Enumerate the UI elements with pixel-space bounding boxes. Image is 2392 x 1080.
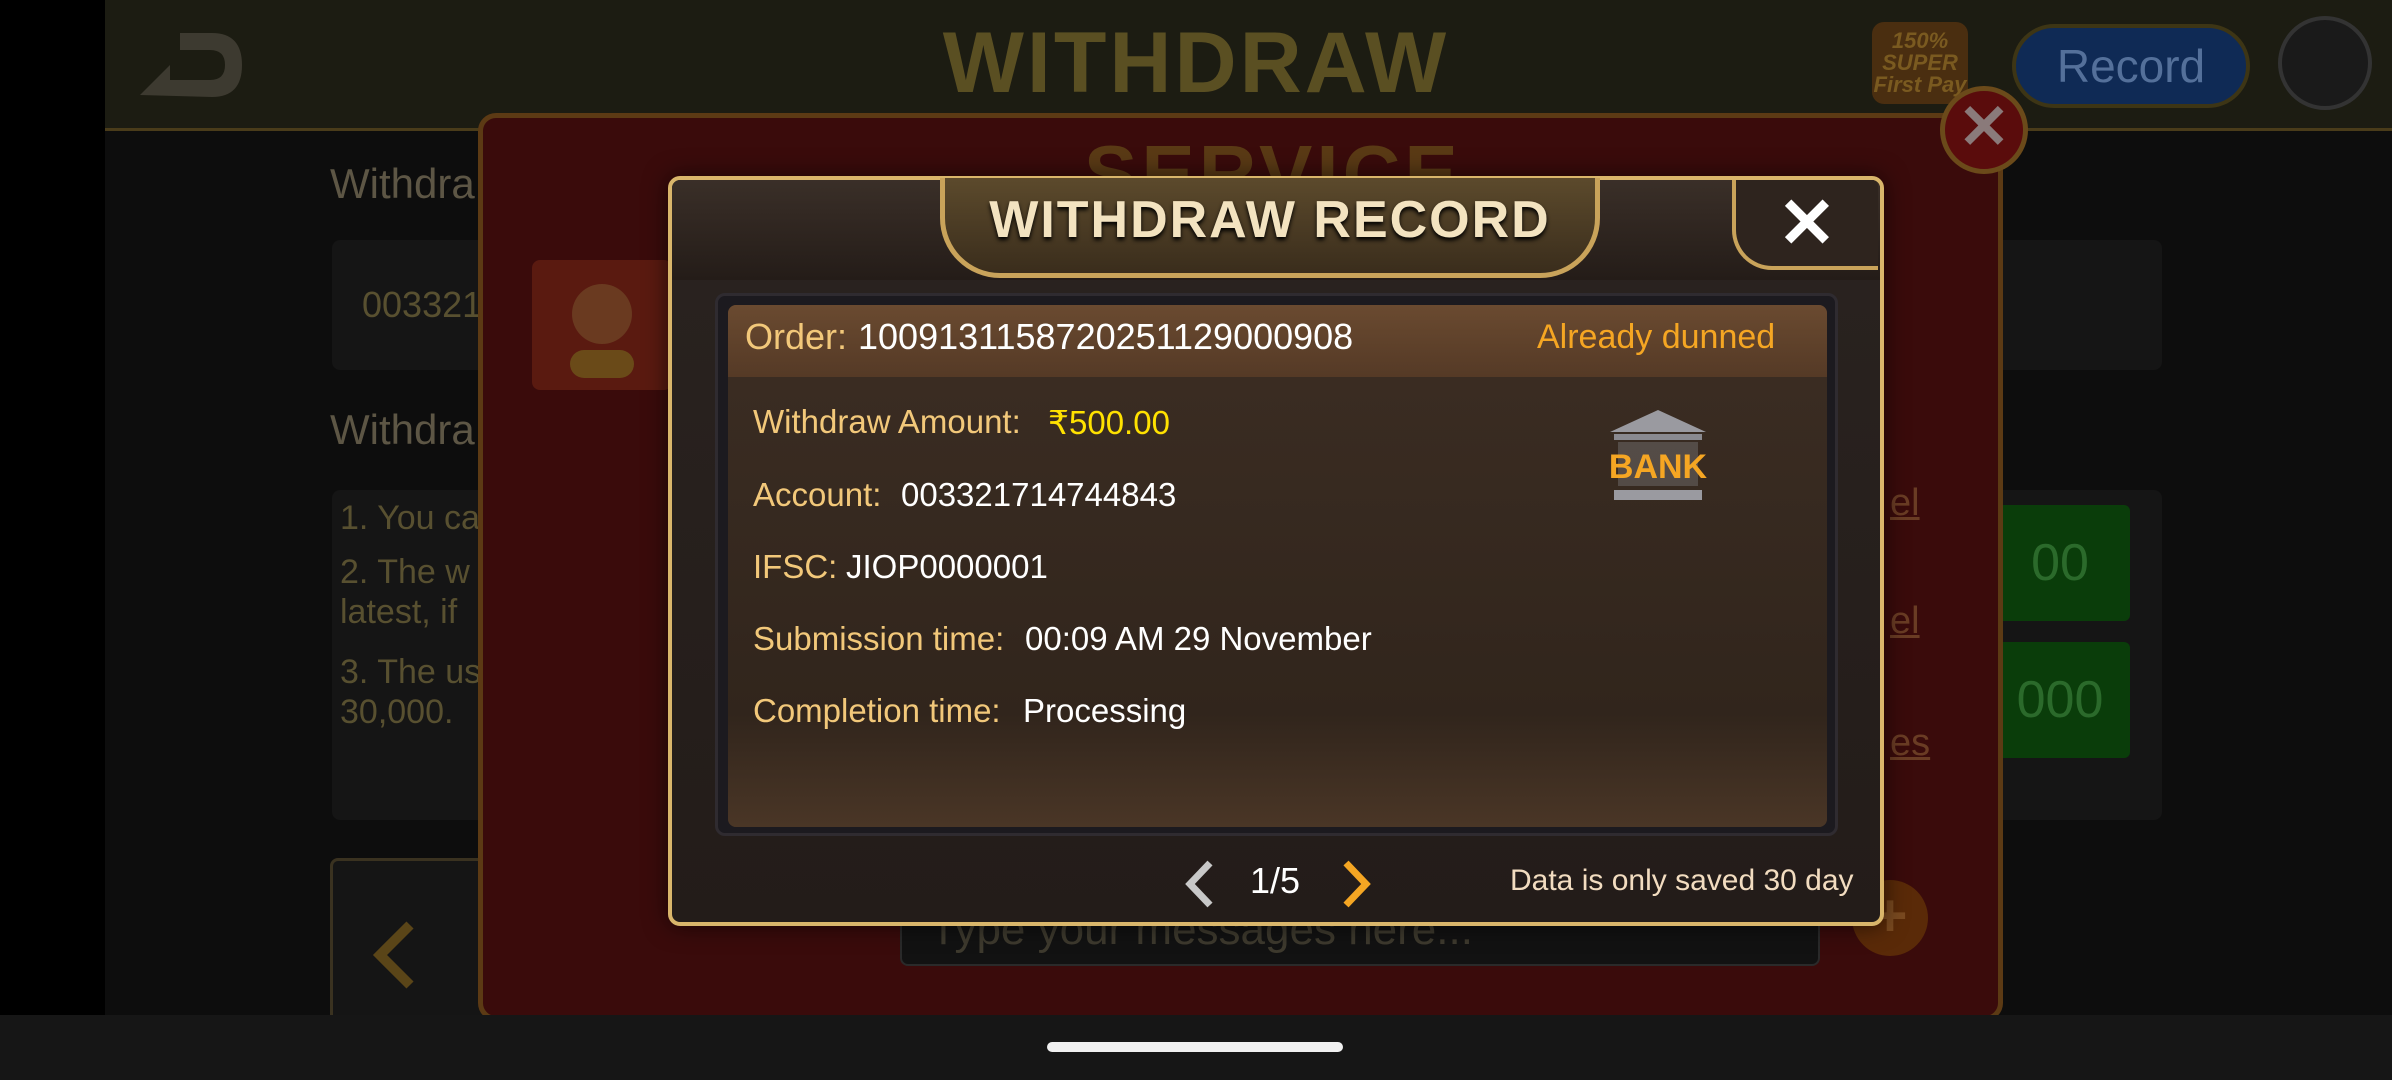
bank-icon: BANK (1609, 410, 1708, 500)
rule-3a: 3. The us (340, 653, 482, 691)
chevron-left-icon[interactable] (1180, 858, 1220, 910)
amount-button-1[interactable]: 00 (1990, 505, 2130, 621)
order-label: Order: (745, 316, 848, 357)
amount-button-2[interactable]: 000 (1990, 642, 2130, 758)
order-value: 1009131158720251129000908 (858, 316, 1354, 357)
ifsc-label: IFSC: (753, 548, 838, 585)
record-button[interactable]: Record (2012, 24, 2250, 108)
amount-value: ₹500.00 (1048, 404, 1170, 441)
support-agent-icon[interactable] (2278, 16, 2372, 110)
ifsc-value: JIOP0000001 (846, 548, 1048, 585)
rule-3b: 30,000. (340, 693, 454, 731)
account-label: Account: (753, 476, 882, 513)
rule-2b: latest, if (340, 593, 458, 631)
chevron-left-icon (372, 921, 414, 989)
submission-value: 00:09 AM 29 November (1025, 620, 1372, 657)
completion-value: Processing (1023, 692, 1187, 729)
page-indicator: 1/5 (1250, 860, 1301, 901)
side-link-1[interactable]: el (1890, 482, 1920, 525)
rule-1: 1. You ca (340, 499, 480, 537)
account-partial: 003321 (362, 284, 483, 325)
home-indicator[interactable] (1047, 1042, 1343, 1052)
agent-avatar-icon (570, 284, 634, 378)
status-badge: Already dunned (1537, 318, 1776, 356)
amount-label: Withdraw Amount: (753, 403, 1021, 440)
chevron-right-icon[interactable] (1336, 858, 1376, 910)
account-value: 003321714744843 (901, 476, 1177, 513)
submission-label: Submission time: (753, 620, 1005, 657)
retention-note: Data is only saved 30 day (1510, 864, 1854, 897)
promo-badge[interactable]: 150% SUPER First Pay (1872, 22, 1968, 104)
bank-label: BANK (1609, 448, 1708, 486)
dialog-title: WITHDRAW RECORD (989, 191, 1551, 249)
withdraw-account-label: Withdra (330, 160, 475, 207)
side-link-2[interactable]: el (1890, 600, 1920, 643)
service-close-button[interactable]: ✕ (1940, 86, 2028, 174)
withdraw-rules-label: Withdra (330, 406, 475, 453)
side-link-3[interactable]: es (1890, 722, 1930, 765)
close-icon[interactable]: ✕ (1732, 180, 1878, 270)
completion-label: Completion time: (753, 692, 1001, 729)
rule-2a: 2. The w (340, 553, 470, 591)
